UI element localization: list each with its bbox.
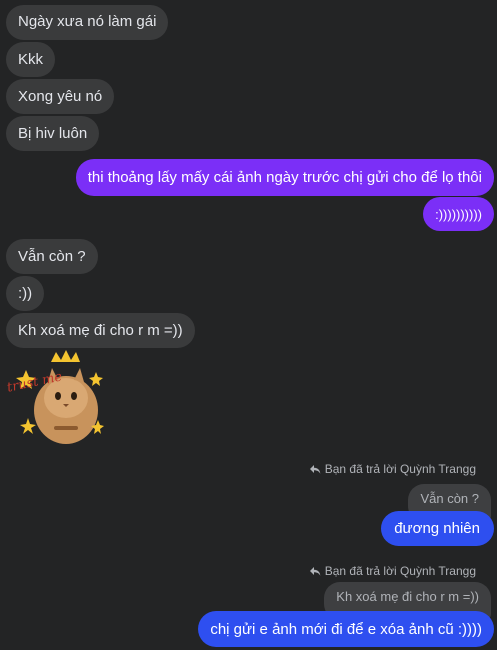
- outgoing-message[interactable]: đương nhiên: [381, 511, 494, 546]
- reply-arrow-icon: [309, 567, 321, 576]
- reply-note: Bạn đã trả lời Quỳnh Trangg: [309, 564, 476, 578]
- reply-note-text: Bạn đã trả lời Quỳnh Trangg: [324, 564, 476, 578]
- outgoing-message[interactable]: thi thoảng lấy mấy cái ảnh ngày trước ch…: [75, 159, 494, 196]
- incoming-message[interactable]: Kkk: [6, 42, 56, 77]
- incoming-message[interactable]: Kh xoá mẹ đi cho r m =)): [6, 313, 195, 348]
- incoming-message[interactable]: Ngày xưa nó làm gái: [6, 5, 169, 40]
- reply-arrow-icon: [309, 465, 321, 474]
- outgoing-message[interactable]: :)))))))))): [423, 197, 494, 231]
- incoming-message[interactable]: :)): [6, 276, 45, 311]
- reply-note: Bạn đã trả lời Quỳnh Trangg: [309, 462, 476, 476]
- reply-note-text: Bạn đã trả lời Quỳnh Trangg: [324, 462, 476, 476]
- cat-sticker[interactable]: trust me: [6, 350, 104, 446]
- incoming-message[interactable]: Vẫn còn ?: [6, 239, 98, 274]
- incoming-message[interactable]: Xong yêu nó: [6, 79, 115, 114]
- incoming-message[interactable]: Bị hiv luôn: [6, 116, 100, 151]
- outgoing-message[interactable]: chị gửi e ảnh mới đi để e xóa ảnh cũ :))…: [198, 611, 494, 647]
